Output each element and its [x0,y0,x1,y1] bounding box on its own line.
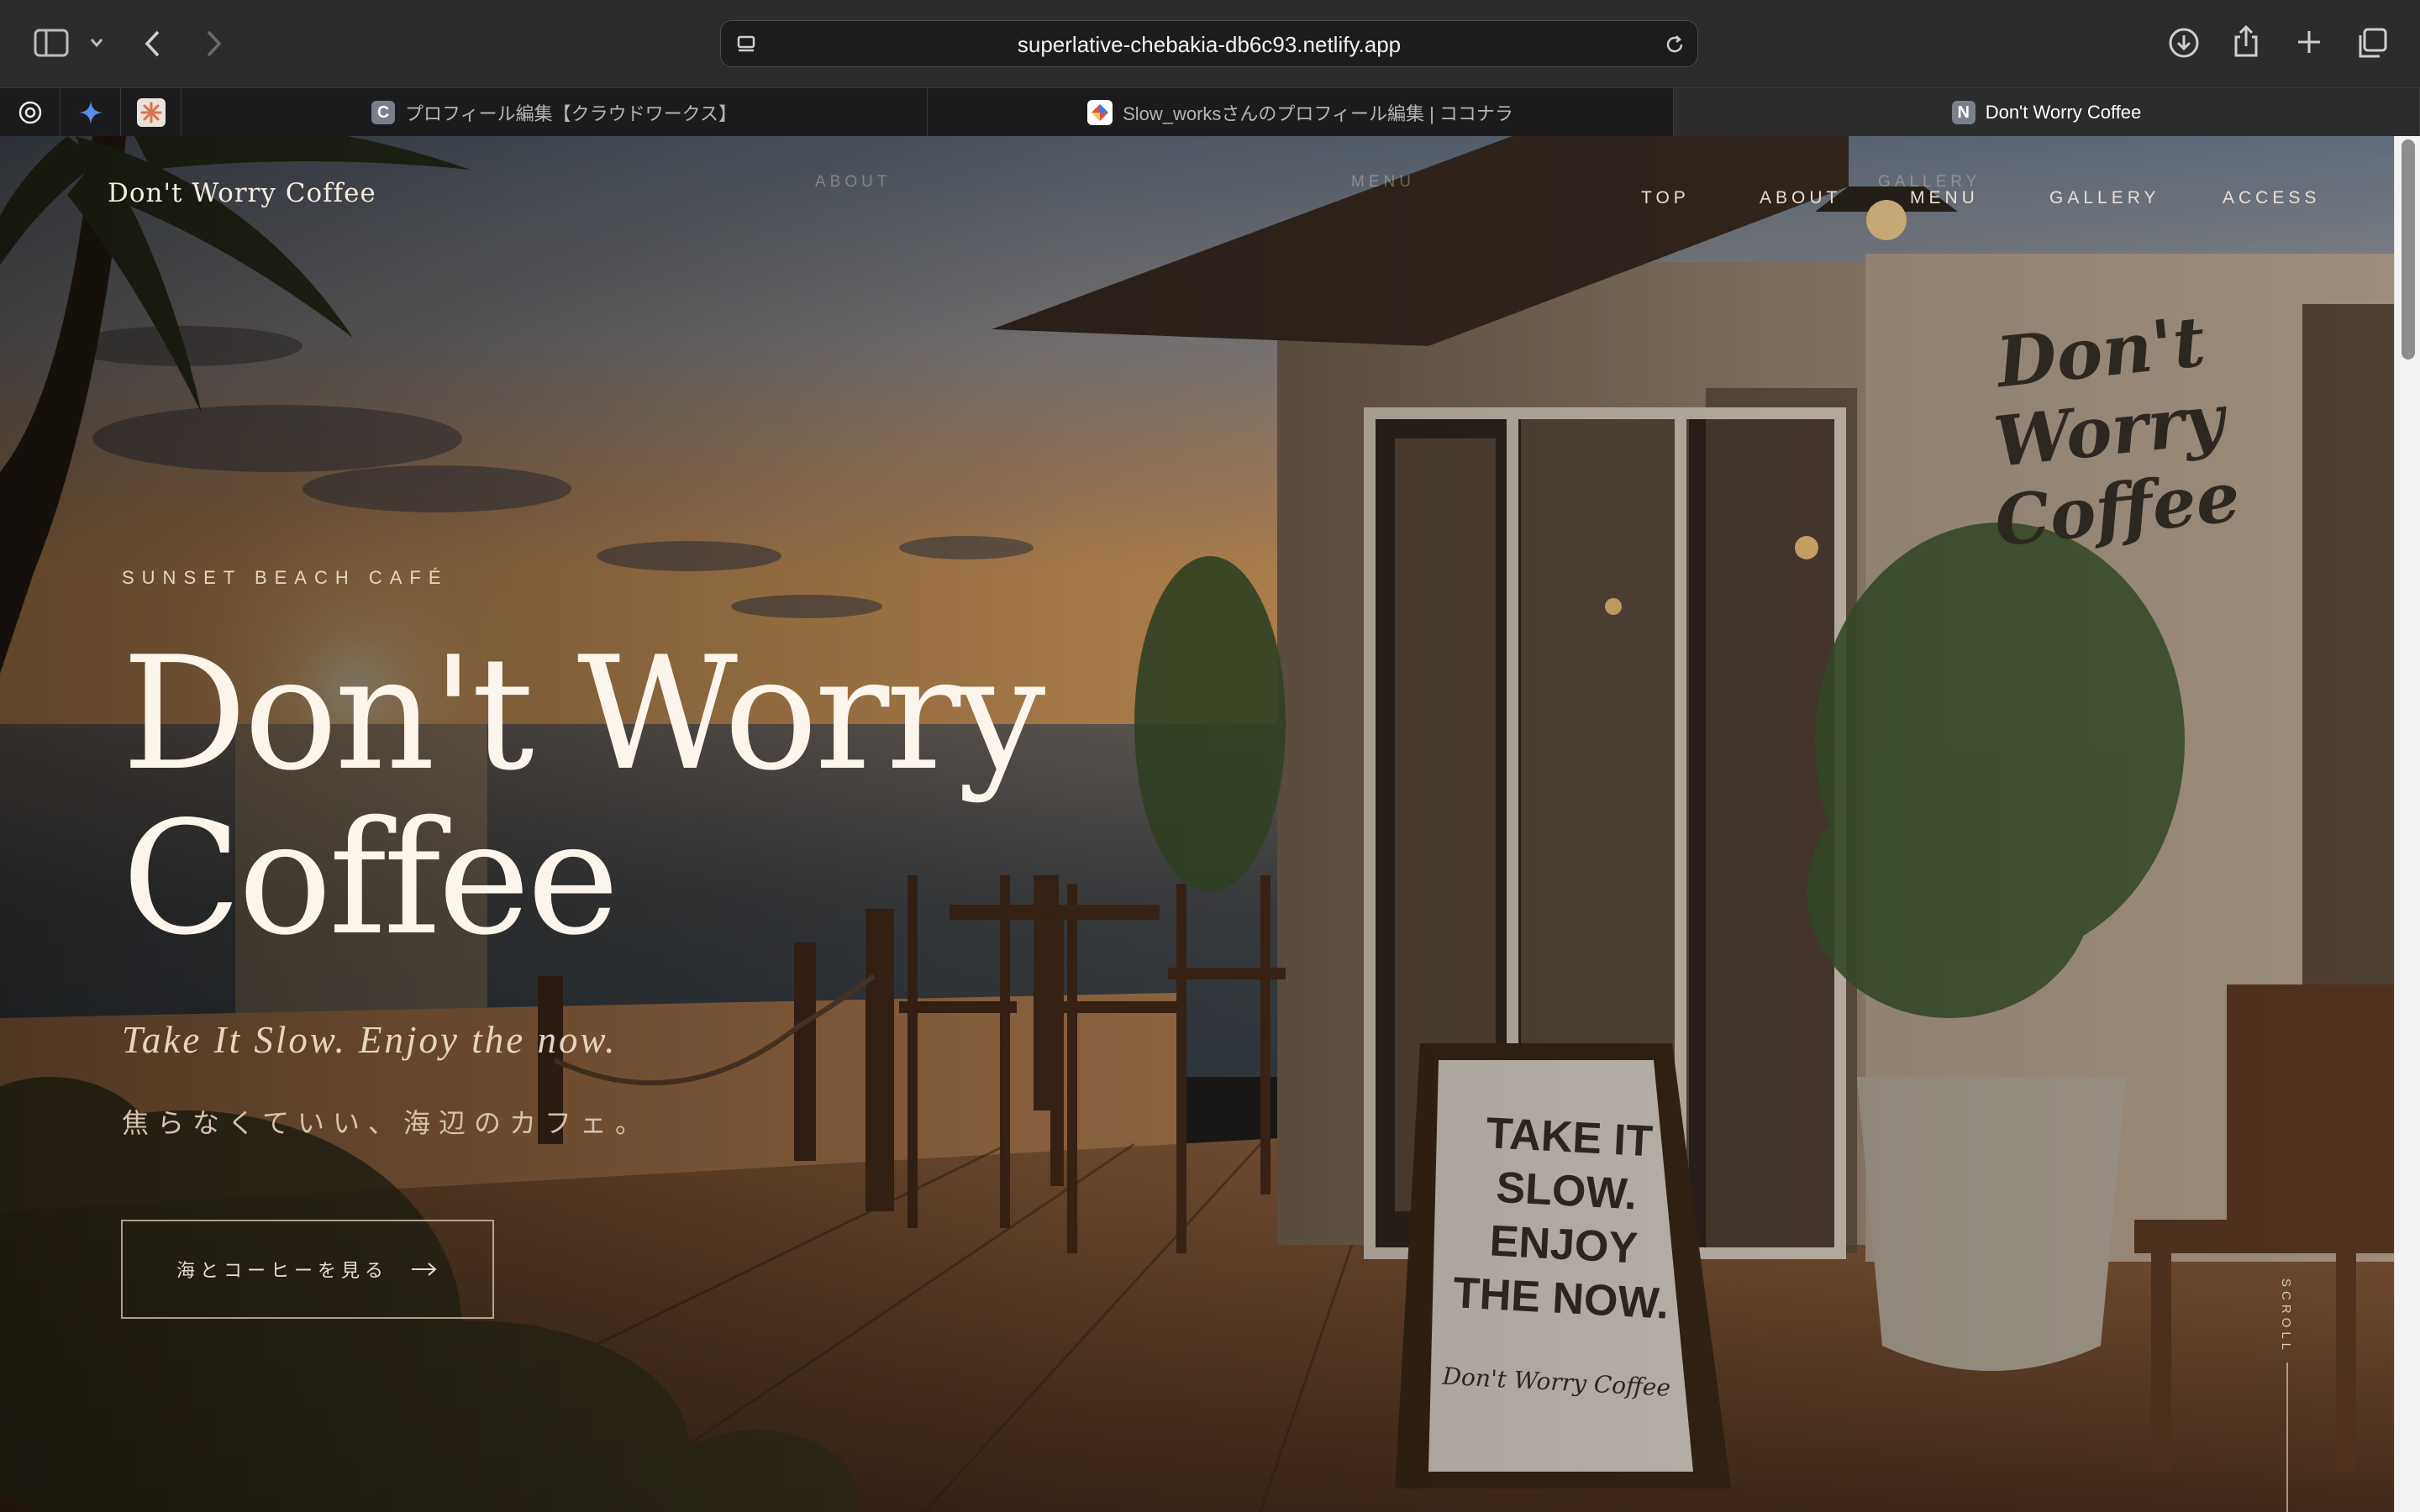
hero-eyebrow: SUNSET BEACH CAFÉ [122,567,449,588]
tab-title: Slow_worksさんのプロフィール編集 | ココナラ [1123,103,1513,124]
hero-title: Don't Worry Coffee [122,622,1045,969]
cta-label: 海とコーヒーを見る [176,1260,388,1281]
downloads-icon[interactable] [2168,27,2200,59]
site-logo[interactable]: Don't Worry Coffee [108,178,376,208]
pinned-tab-claude[interactable] [121,88,182,137]
openai-icon [18,101,41,124]
hero-title-line: Coffee [122,787,619,969]
scroll-indicator-label: SCROLL [2279,1278,2293,1355]
hero-title-line: Don't Worry [122,622,1045,805]
nav-gallery[interactable]: GALLERY [2049,188,2160,208]
back-icon[interactable] [143,29,163,59]
address-bar[interactable]: superlative-chebakia-db6c93.netlify.app [720,20,1698,67]
tab-bar: C プロフィール編集【クラウドワークス】 Slow_worksさんのプロフィール… [0,87,2420,137]
share-icon[interactable] [2232,24,2260,59]
chevron-down-icon[interactable] [89,37,104,49]
coconala-favicon-icon [1087,100,1113,125]
hero-tagline-ja: 焦らなくていい、海辺のカフェ。 [122,1108,651,1138]
url-text: superlative-chebakia-db6c93.netlify.app [1017,32,1402,57]
netlify-favicon-icon: N [1951,101,1975,124]
claude-icon [136,98,166,127]
wall-sign: Don't Worry Coffee [1921,295,2296,567]
nav-menu[interactable]: MENU [1910,188,1979,208]
forward-icon[interactable] [203,29,224,59]
arrow-right-icon [412,1263,437,1276]
reload-icon[interactable] [1664,34,1686,55]
tab-dont-worry-coffee[interactable]: N Don't Worry Coffee [1674,88,2420,137]
pinned-tab-openai[interactable] [0,88,60,137]
tab-overview-icon[interactable] [2356,27,2388,59]
ghost-nav-menu: MENU [1351,173,1415,191]
ghost-nav-about: ABOUT [815,173,892,191]
board-line: THE NOW. [1451,1268,1670,1329]
scroll-indicator-line [2286,1362,2288,1512]
tab-title: Don't Worry Coffee [1985,102,2142,123]
cta-button[interactable]: 海とコーヒーを見る [121,1220,494,1319]
nav-top[interactable]: TOP [1641,188,1690,208]
chalkboard-sign: TAKE IT SLOW. ENJOY THE NOW. Don't Worry… [1438,1105,1688,1415]
crowdworks-favicon-icon: C [371,101,396,124]
tab-crowdworks[interactable]: C プロフィール編集【クラウドワークス】 [182,88,928,137]
browser-toolbar: superlative-chebakia-db6c93.netlify.app [0,0,2420,87]
website-viewport: Don't Worry Coffee TAKE IT SLOW. ENJOY T… [0,136,2420,1512]
sidebar-toggle-icon[interactable] [34,29,69,57]
nav-access[interactable]: ACCESS [2223,188,2320,208]
new-tab-icon[interactable] [2296,29,2323,55]
nav-about[interactable]: ABOUT [1760,188,1841,208]
page-scrollbar[interactable] [2394,136,2420,1512]
tab-coconala[interactable]: Slow_worksさんのプロフィール編集 | ココナラ [928,88,1674,137]
pinned-tab-gemini[interactable] [60,88,121,137]
scrollbar-thumb[interactable] [2402,139,2415,360]
tab-title: プロフィール編集【クラウドワークス】 [405,103,737,124]
hero-tagline: Take It Slow. Enjoy the now. [122,1019,618,1061]
gemini-icon [78,101,103,124]
